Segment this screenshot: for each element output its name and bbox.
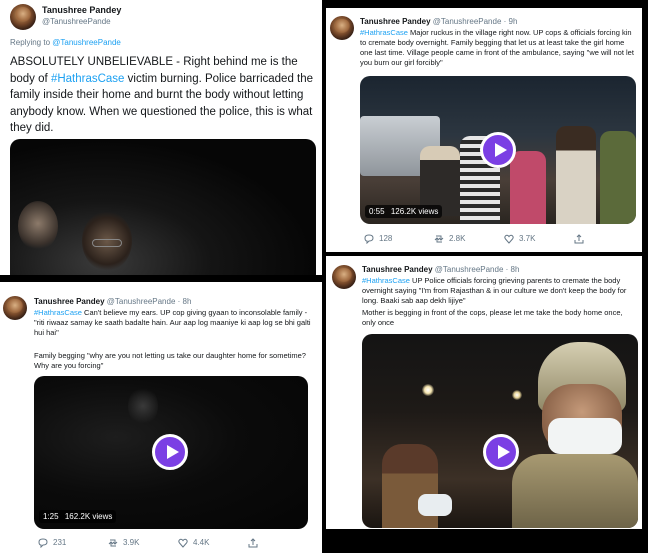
avatar[interactable] (330, 16, 354, 40)
tweet-header: Tanushree Pandey @TanushreePande · 8h (362, 265, 519, 274)
video-person-glasses (92, 239, 122, 247)
video-duration: 0:55 (369, 207, 385, 216)
author-handle[interactable]: @TanushreePande (42, 17, 111, 26)
tweet-card-4: Tanushree Pandey @TanushreePande · 8h #H… (326, 256, 642, 529)
like-count: 4.4K (193, 538, 210, 547)
reply-button[interactable]: 231 (38, 538, 108, 548)
author-handle[interactable]: @TanushreePande (433, 17, 502, 26)
tweet-text: #HathrasCase Can't believe my ears. UP c… (34, 308, 314, 338)
tweet-card-1: Tanushree Pandey @TanushreePande Replyin… (0, 0, 322, 275)
share-icon (574, 234, 584, 244)
video-views: 162.2K views (64, 512, 113, 521)
video-figure (128, 386, 158, 426)
author-name[interactable]: Tanushree Pandey (362, 265, 433, 274)
tweet-time[interactable]: · 8h (506, 265, 520, 274)
tweet-text-2: Family begging "why are you not letting … (34, 351, 306, 370)
video-light (422, 384, 434, 396)
video-officer-mask (548, 418, 622, 454)
video-player[interactable] (10, 139, 316, 275)
retweet-icon (434, 234, 444, 243)
tweet-header: Tanushree Pandey @TanushreePande · 8h (34, 297, 191, 306)
tweet-text-2: Mother is begging in front of the cops, … (362, 308, 623, 327)
avatar[interactable] (3, 296, 27, 320)
share-icon (248, 538, 258, 548)
like-button[interactable]: 3.7K (504, 234, 574, 244)
tweet-actions: 231 3.9K 4.4K (38, 538, 308, 548)
retweet-button[interactable]: 2.8K (434, 234, 504, 243)
heart-icon (178, 538, 188, 548)
retweet-count: 3.9K (123, 538, 140, 547)
replying-to: Replying to @TanushreePande (10, 38, 121, 47)
reply-icon (38, 538, 48, 548)
video-crowd (510, 151, 546, 224)
like-button[interactable]: 4.4K (178, 538, 248, 548)
like-count: 3.7K (519, 234, 536, 243)
video-player[interactable]: 1:25 162.2K views (34, 376, 308, 529)
video-duration-views: 1:25 162.2K views (39, 510, 117, 523)
tweet-actions: 128 2.8K 3.7K (364, 234, 634, 244)
tweet-card-2: Tanushree Pandey @TanushreePande · 9h #H… (326, 8, 642, 252)
tweet-time[interactable]: · 8h (178, 297, 192, 306)
tweet-card-3: Tanushree Pandey @TanushreePande · 8h #H… (0, 282, 322, 553)
video-player[interactable] (362, 334, 638, 528)
tweet-time[interactable]: · 9h (504, 17, 518, 26)
avatar[interactable] (10, 4, 36, 30)
video-player[interactable]: 0:55 126.2K views (360, 76, 636, 224)
video-duration: 1:25 (43, 512, 59, 521)
retweet-count: 2.8K (449, 234, 466, 243)
video-crowd (600, 131, 636, 224)
video-light (512, 390, 522, 400)
share-button[interactable] (574, 234, 584, 244)
video-duration-views: 0:55 126.2K views (365, 205, 443, 218)
heart-icon (504, 234, 514, 244)
play-button[interactable] (480, 132, 516, 168)
replying-prefix: Replying to (10, 38, 51, 47)
tweet-header: Tanushree Pandey @TanushreePande · 9h (360, 17, 517, 26)
tweet-text: #HathrasCase Major ruckus in the village… (360, 28, 636, 68)
hashtag-link[interactable]: #HathrasCase (360, 28, 408, 37)
reply-button[interactable]: 128 (364, 234, 434, 244)
author-name[interactable]: Tanushree Pandey (34, 297, 105, 306)
reply-count: 231 (53, 538, 67, 547)
hashtag-link[interactable]: #HathrasCase (51, 73, 125, 85)
hashtag-link[interactable]: #HathrasCase (362, 276, 410, 285)
video-crowd (556, 126, 596, 224)
retweet-button[interactable]: 3.9K (108, 538, 178, 547)
author-handle[interactable]: @TanushreePande (435, 265, 504, 274)
tweet-text: #HathrasCase UP Police officials forcing… (362, 276, 638, 306)
reply-count: 128 (379, 234, 393, 243)
retweet-icon (108, 538, 118, 547)
reply-icon (364, 234, 374, 244)
author-name[interactable]: Tanushree Pandey (42, 5, 121, 15)
avatar[interactable] (332, 265, 356, 289)
video-person-mask (418, 494, 452, 516)
video-views: 126.2K views (390, 207, 439, 216)
play-button[interactable] (152, 434, 188, 470)
author-name[interactable]: Tanushree Pandey (360, 17, 431, 26)
tweet-text: ABSOLUTELY UNBELIEVABLE - Right behind m… (10, 54, 316, 137)
share-button[interactable] (248, 538, 258, 548)
play-button[interactable] (483, 434, 519, 470)
video-officer-uniform (512, 454, 638, 528)
replying-handle-link[interactable]: @TanushreePande (52, 38, 121, 47)
author-handle[interactable]: @TanushreePande (107, 297, 176, 306)
hashtag-link[interactable]: #HathrasCase (34, 308, 82, 317)
video-person-face (18, 201, 58, 251)
